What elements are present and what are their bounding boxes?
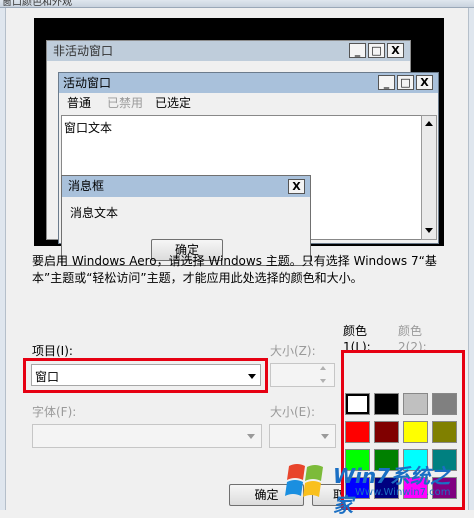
watermark: Win7系统之家 Www.Winwin7.com bbox=[285, 456, 470, 517]
dialog-titlebar: 窗口颜色和外观 bbox=[0, 0, 474, 8]
color-swatch[interactable] bbox=[345, 393, 370, 415]
dialog-frame-right bbox=[468, 8, 474, 510]
menu-disabled: 已禁用 bbox=[107, 96, 144, 110]
spin-down-icon bbox=[320, 379, 326, 383]
color-swatch[interactable] bbox=[345, 421, 370, 443]
close-icon: X bbox=[288, 179, 305, 194]
inactive-title: 非活动窗口 bbox=[53, 44, 114, 58]
msgbox-title: 消息框 bbox=[68, 179, 105, 193]
chevron-down-icon bbox=[247, 434, 255, 439]
menu-bar: 普通 已禁用 已选定 bbox=[59, 93, 438, 113]
chevron-down-icon bbox=[321, 434, 329, 439]
scroll-up-icon bbox=[425, 121, 433, 126]
windows-logo-icon bbox=[285, 464, 323, 497]
preview-scrollbar bbox=[421, 115, 437, 240]
item-select[interactable]: 窗口 bbox=[31, 364, 261, 386]
color-swatch[interactable] bbox=[432, 393, 457, 415]
dialog-title: 窗口颜色和外观 bbox=[2, 0, 72, 8]
font-select[interactable] bbox=[32, 424, 262, 448]
minimize-icon: _ bbox=[349, 43, 366, 58]
minimize-icon: _ bbox=[378, 75, 395, 90]
active-title: 活动窗口 bbox=[63, 76, 112, 90]
item-select-value: 窗口 bbox=[35, 370, 60, 384]
color-swatch[interactable] bbox=[374, 421, 399, 443]
color-swatch[interactable] bbox=[432, 421, 457, 443]
color-swatch[interactable] bbox=[403, 393, 428, 415]
dialog-frame-left bbox=[0, 8, 6, 510]
menu-normal: 普通 bbox=[67, 96, 92, 110]
font-label: 字体(F): bbox=[32, 405, 77, 419]
description-text: 要启用 Windows Aero，请选择 Windows 主题。只有选择 Win… bbox=[32, 254, 437, 285]
scroll-down-icon bbox=[425, 228, 433, 233]
fontsize-label: 大小(E): bbox=[270, 405, 315, 419]
window-text: 窗口文本 bbox=[64, 121, 113, 135]
msgbox-titlebar: 消息框 bbox=[62, 176, 310, 197]
menu-selected: 已选定 bbox=[155, 96, 192, 110]
spin-up-icon bbox=[320, 366, 326, 370]
watermark-url: Www.Winwin7.com bbox=[355, 487, 451, 498]
color-swatch[interactable] bbox=[403, 421, 428, 443]
maximize-icon: □ bbox=[397, 75, 414, 90]
maximize-icon: □ bbox=[368, 43, 385, 58]
size-label: 大小(Z): bbox=[270, 344, 316, 358]
close-icon: X bbox=[387, 43, 404, 58]
color-swatch[interactable] bbox=[374, 393, 399, 415]
chevron-down-icon bbox=[248, 374, 256, 379]
fontsize-select[interactable] bbox=[269, 424, 336, 448]
item-label: 项目(I): bbox=[32, 344, 73, 358]
msgbox-text: 消息文本 bbox=[70, 206, 119, 220]
size-spinner[interactable] bbox=[270, 363, 335, 387]
close-icon: X bbox=[416, 75, 433, 90]
